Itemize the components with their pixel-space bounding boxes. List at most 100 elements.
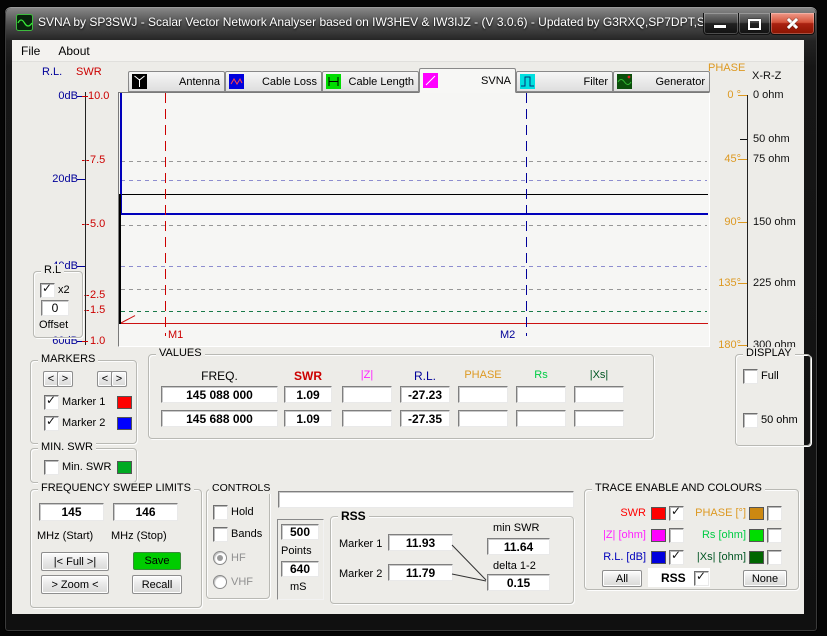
full-span-button[interactable]: |< Full >| bbox=[41, 552, 109, 571]
freq-stop-input[interactable] bbox=[113, 503, 178, 521]
rss-delta-input[interactable] bbox=[487, 574, 550, 591]
rl-color-swatch[interactable] bbox=[651, 551, 666, 564]
tab-filter[interactable]: Filter bbox=[516, 71, 613, 92]
rate-panel: Points mS bbox=[277, 519, 324, 600]
marker1-next-button[interactable]: > bbox=[57, 371, 73, 387]
min-swr-checkbox[interactable] bbox=[44, 460, 59, 475]
ohm-tick-50: 50 ohm bbox=[753, 133, 790, 145]
gridline-swr-2.5 bbox=[121, 289, 707, 290]
phase-trace-checkbox[interactable] bbox=[767, 506, 782, 521]
save-button[interactable]: Save bbox=[133, 552, 181, 570]
marker2-next-button[interactable]: > bbox=[111, 371, 127, 387]
xs-trace-checkbox[interactable] bbox=[767, 550, 782, 565]
min-swr-group: MIN. SWR Min. SWR bbox=[30, 441, 137, 483]
marker1-checkbox[interactable] bbox=[44, 393, 59, 410]
tab-cable-length[interactable]: Cable Length bbox=[322, 71, 419, 92]
phase-tick-135: 135° bbox=[718, 277, 741, 289]
freq-start-input[interactable] bbox=[39, 503, 104, 521]
value-phase-m2[interactable] bbox=[458, 410, 508, 427]
rs-color-swatch[interactable] bbox=[749, 529, 764, 542]
display-50ohm-checkbox[interactable] bbox=[743, 413, 758, 428]
maximize-button[interactable] bbox=[738, 13, 771, 35]
swr-trace-checkbox[interactable] bbox=[669, 504, 684, 521]
value-z-m2[interactable] bbox=[342, 410, 392, 427]
maximize-icon bbox=[748, 19, 761, 30]
values-header-phase: PHASE bbox=[464, 369, 502, 381]
hold-checkbox[interactable] bbox=[213, 505, 228, 520]
value-xs-m1[interactable] bbox=[574, 386, 624, 403]
status-textbox[interactable] bbox=[278, 491, 574, 508]
bands-checkbox[interactable] bbox=[213, 527, 228, 542]
tab-cable-loss[interactable]: Cable Loss bbox=[225, 71, 322, 92]
value-z-m1[interactable] bbox=[342, 386, 392, 403]
marker-m2-line[interactable] bbox=[526, 93, 527, 336]
tab-antenna[interactable]: Antenna bbox=[128, 71, 225, 92]
value-rs-m1[interactable] bbox=[516, 386, 566, 403]
rss-group: RSS min SWR Marker 1 delta 1-2 Marker 2 bbox=[330, 509, 574, 604]
phase-axis-header: PHASE bbox=[708, 62, 746, 74]
zoom-span-button[interactable]: > Zoom < bbox=[41, 575, 109, 594]
points-input[interactable] bbox=[281, 524, 319, 540]
z-trace-checkbox[interactable] bbox=[669, 528, 684, 543]
phase-tick-45: 45° bbox=[724, 153, 741, 165]
antenna-icon bbox=[132, 74, 147, 89]
menu-about[interactable]: About bbox=[49, 44, 98, 58]
value-rl-m1[interactable] bbox=[400, 386, 450, 403]
menu-file[interactable]: File bbox=[12, 44, 49, 58]
close-button[interactable] bbox=[770, 13, 815, 35]
marker2-checkbox[interactable] bbox=[44, 414, 59, 431]
value-rs-m2[interactable] bbox=[516, 410, 566, 427]
display-full-checkbox[interactable] bbox=[743, 369, 758, 384]
marker-m1-line[interactable] bbox=[165, 93, 166, 336]
rl-offset-input[interactable] bbox=[41, 300, 69, 316]
markers-group: MARKERS < > < > Marker 1 Marker 2 bbox=[30, 353, 137, 444]
right-axis-line bbox=[747, 95, 748, 347]
tab-generator[interactable]: Generator bbox=[613, 71, 710, 92]
z-color-swatch[interactable] bbox=[651, 529, 666, 542]
swr-color-swatch[interactable] bbox=[651, 507, 666, 520]
trace-all-button[interactable]: All bbox=[602, 570, 642, 587]
tab-svna[interactable]: SVNA bbox=[419, 68, 516, 93]
title-bar[interactable]: SVNA by SP3SWJ - Scalar Vector Network A… bbox=[4, 6, 816, 40]
rs-trace-checkbox[interactable] bbox=[767, 528, 782, 543]
value-xs-m2[interactable] bbox=[574, 410, 624, 427]
rss-marker1-input[interactable] bbox=[388, 534, 453, 551]
rss-marker2-input[interactable] bbox=[388, 564, 453, 581]
hf-radio[interactable] bbox=[213, 551, 227, 565]
rss-checkbox[interactable] bbox=[694, 569, 709, 586]
rss-min-swr-input[interactable] bbox=[487, 538, 550, 555]
value-swr-m2[interactable] bbox=[284, 410, 332, 427]
marker1-color-swatch[interactable] bbox=[117, 396, 132, 409]
recall-button[interactable]: Recall bbox=[132, 575, 182, 594]
ohm-tick-75: 75 ohm bbox=[753, 153, 790, 165]
value-rl-m2[interactable] bbox=[400, 410, 450, 427]
phase-tick-180: 180° bbox=[718, 339, 741, 351]
left-axis-line bbox=[85, 92, 86, 345]
value-freq-m2[interactable] bbox=[161, 410, 278, 427]
swr-tick-5.0: 5.0 bbox=[90, 218, 106, 230]
xs-color-swatch[interactable] bbox=[749, 551, 764, 564]
trace-swr-red bbox=[121, 323, 708, 324]
swr-tick-1.0: 1.0 bbox=[90, 335, 106, 347]
phase-color-swatch[interactable] bbox=[749, 507, 764, 520]
ms-input[interactable] bbox=[281, 561, 319, 577]
sweep-chart[interactable]: M1 M2 bbox=[118, 92, 710, 347]
swr-tick-7.5: 7.5 bbox=[90, 154, 106, 166]
vhf-radio[interactable] bbox=[213, 575, 227, 589]
rl-tick-20db: 20dB bbox=[52, 173, 78, 185]
marker-m2-label: M2 bbox=[500, 329, 516, 341]
trace-black bbox=[120, 194, 708, 195]
value-swr-m1[interactable] bbox=[284, 386, 332, 403]
value-freq-m1[interactable] bbox=[161, 386, 278, 403]
rl-x2-checkbox[interactable] bbox=[40, 281, 55, 298]
min-swr-color-swatch[interactable] bbox=[117, 461, 132, 474]
xrz-axis-header: X-R-Z bbox=[752, 70, 782, 82]
generator-icon bbox=[617, 74, 632, 89]
minimize-icon bbox=[714, 25, 726, 28]
value-phase-m1[interactable] bbox=[458, 386, 508, 403]
gridline-swr-5.0 bbox=[121, 225, 707, 226]
minimize-button[interactable] bbox=[703, 13, 739, 35]
trace-none-button[interactable]: None bbox=[743, 570, 787, 587]
rl-trace-checkbox[interactable] bbox=[669, 548, 684, 565]
marker2-color-swatch[interactable] bbox=[117, 417, 132, 430]
